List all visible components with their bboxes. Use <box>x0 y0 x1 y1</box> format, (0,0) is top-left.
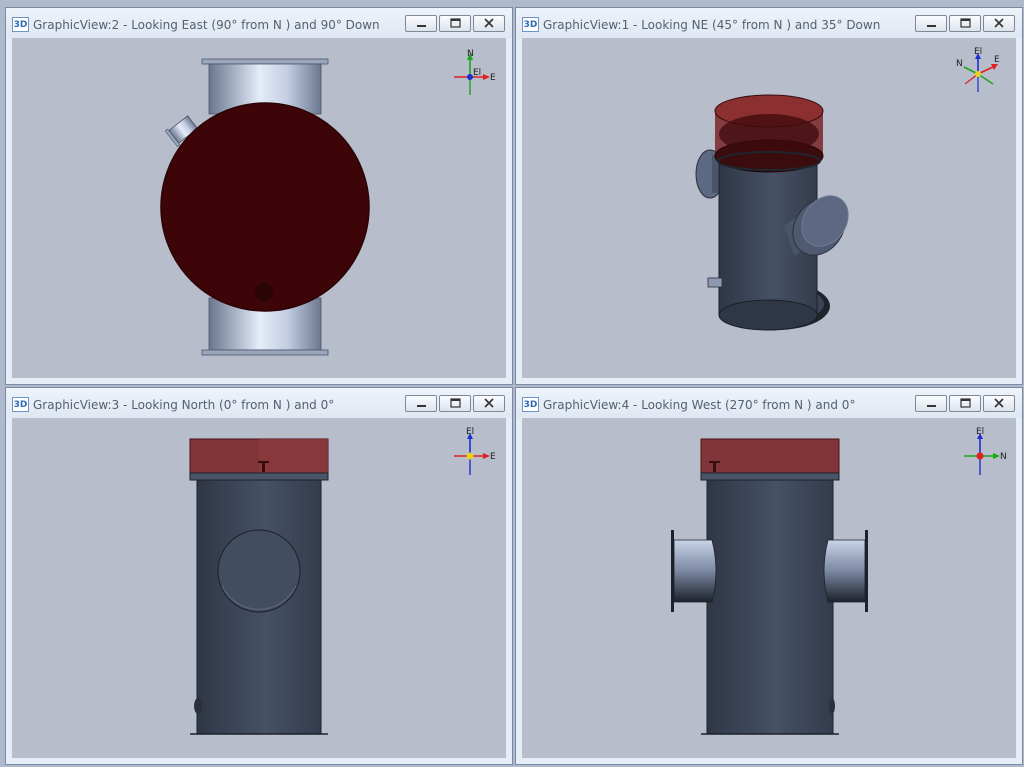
window-titlebar[interactable]: 3D GraphicView:4 - Looking West (270° fr… <box>516 388 1022 418</box>
close-button[interactable] <box>983 15 1015 32</box>
triad-label-right: E <box>994 55 1000 65</box>
3d-view-icon: 3D <box>12 17 29 32</box>
window-titlebar[interactable]: 3D GraphicView:2 - Looking East (90° fro… <box>6 8 512 38</box>
3d-view-icon: 3D <box>12 397 29 412</box>
vessel-north-elevation <box>189 438 329 735</box>
3d-view-icon: 3D <box>522 17 539 32</box>
restore-button[interactable] <box>949 395 981 412</box>
close-icon <box>994 18 1004 28</box>
axis-triad-icon: El E N <box>956 47 1000 92</box>
window-title: GraphicView:2 - Looking East (90° from N… <box>33 18 380 32</box>
minimize-icon <box>417 405 426 407</box>
triad-label-up: El <box>976 427 984 437</box>
restore-icon <box>960 18 971 28</box>
vessel-west-elevation <box>671 438 868 735</box>
close-button[interactable] <box>473 395 505 412</box>
restore-icon <box>450 398 461 408</box>
restore-icon <box>960 398 971 408</box>
triad-label-center: El <box>473 68 481 78</box>
triad-label-right: N <box>1000 452 1007 462</box>
triad-label-up: N <box>467 49 474 59</box>
minimize-button[interactable] <box>915 395 947 412</box>
vessel-isometric-view <box>695 94 849 331</box>
3d-view-icon: 3D <box>522 397 539 412</box>
minimize-icon <box>927 405 936 407</box>
window-titlebar[interactable]: 3D GraphicView:1 - Looking NE (45° from … <box>516 8 1022 38</box>
triad-label-right: E <box>490 73 496 83</box>
minimize-button[interactable] <box>405 395 437 412</box>
3d-viewport[interactable]: El N <box>522 418 1016 758</box>
axis-triad-icon: El N <box>964 427 1007 475</box>
triad-label-up: El <box>974 47 982 57</box>
axis-triad-icon: El E <box>454 427 496 475</box>
restore-button[interactable] <box>439 395 471 412</box>
graphic-view-1-window[interactable]: 3D GraphicView:1 - Looking NE (45° from … <box>515 7 1023 385</box>
3d-viewport[interactable]: El E <box>12 418 506 758</box>
triad-label-right: E <box>490 452 496 462</box>
3d-viewport[interactable]: N E El <box>12 38 506 378</box>
minimize-button[interactable] <box>405 15 437 32</box>
graphic-view-2-window[interactable]: 3D GraphicView:2 - Looking East (90° fro… <box>5 7 513 385</box>
minimize-icon <box>927 25 936 27</box>
restore-button[interactable] <box>439 15 471 32</box>
window-title: GraphicView:3 - Looking North (0° from N… <box>33 398 335 412</box>
3d-viewport[interactable]: El E N <box>522 38 1016 378</box>
axis-triad-icon: N E El <box>454 49 496 95</box>
close-icon <box>994 398 1004 408</box>
triad-label-up: El <box>466 427 474 437</box>
minimize-button[interactable] <box>915 15 947 32</box>
close-icon <box>484 398 494 408</box>
restore-button[interactable] <box>949 15 981 32</box>
close-button[interactable] <box>473 15 505 32</box>
close-icon <box>484 18 494 28</box>
vessel-top-view <box>160 58 370 356</box>
graphic-view-4-window[interactable]: 3D GraphicView:4 - Looking West (270° fr… <box>515 387 1023 765</box>
triad-label-left: N <box>956 59 963 69</box>
minimize-icon <box>417 25 426 27</box>
graphic-view-3-window[interactable]: 3D GraphicView:3 - Looking North (0° fro… <box>5 387 513 765</box>
close-button[interactable] <box>983 395 1015 412</box>
restore-icon <box>450 18 461 28</box>
window-title: GraphicView:4 - Looking West (270° from … <box>543 398 856 412</box>
window-title: GraphicView:1 - Looking NE (45° from N )… <box>543 18 881 32</box>
window-titlebar[interactable]: 3D GraphicView:3 - Looking North (0° fro… <box>6 388 512 418</box>
